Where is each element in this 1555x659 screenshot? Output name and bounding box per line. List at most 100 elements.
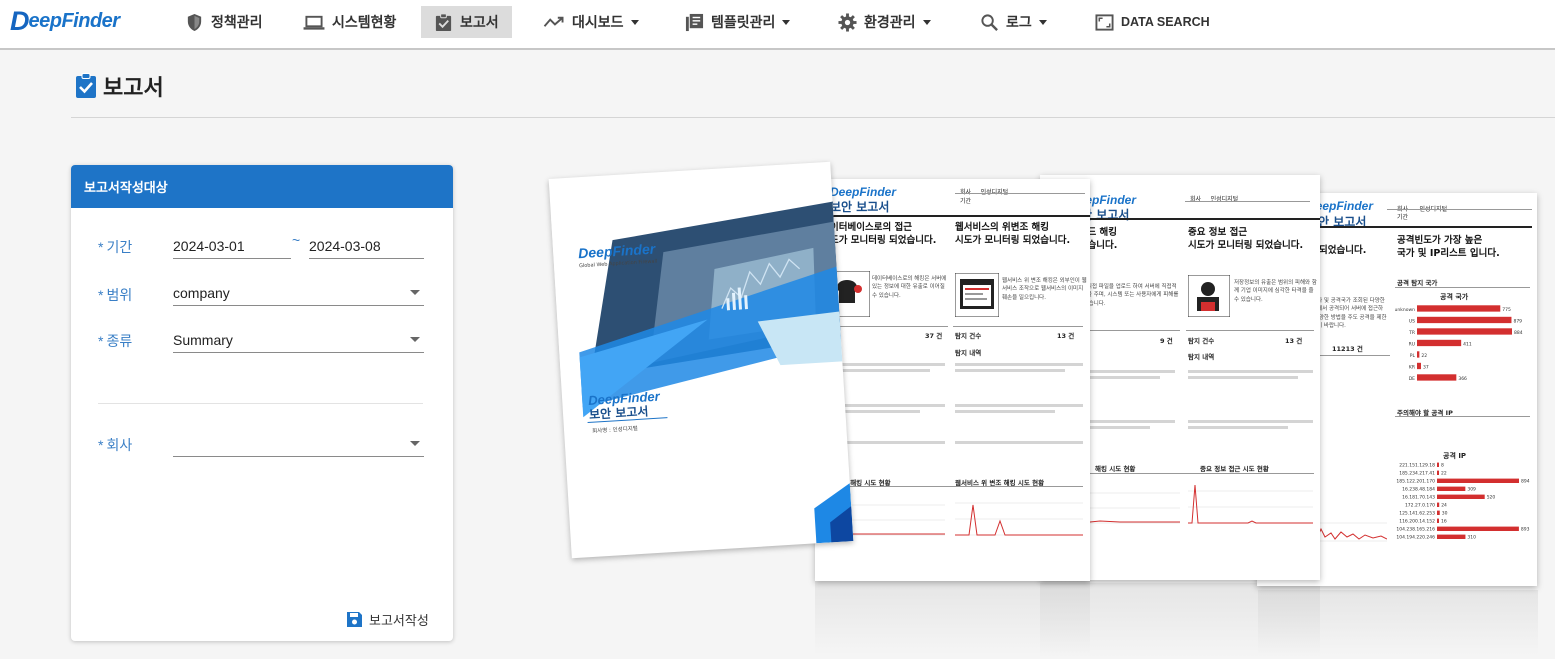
date-to-input[interactable]: 2024-03-08 (309, 233, 424, 259)
text-placeholder (1188, 420, 1313, 423)
period-label: * 기간 (98, 237, 132, 257)
nav-system-status-label: 시스템현황 (332, 14, 397, 30)
ip-bar (1437, 526, 1519, 531)
country-label: unknown (1395, 307, 1415, 313)
company-label-text: 회사 (106, 437, 133, 453)
page1-meta: 회사 인성디지털 (960, 187, 1008, 196)
scope-select[interactable]: company (173, 280, 424, 306)
chevron-down-icon (630, 19, 639, 25)
company-select[interactable] (173, 431, 424, 457)
nav-dashboard[interactable]: 대시보드 (543, 6, 639, 38)
page3-ip-chart-title: 공격 IP (1443, 452, 1467, 460)
page1-right-headline: 웹서비스의 위변조 해킹 시도가 모니터링 되었습니다. (955, 222, 1071, 246)
country-value: 22 (1421, 353, 1427, 359)
nav-log-label: 로그 (1006, 14, 1032, 30)
kind-select[interactable]: Summary (173, 327, 424, 353)
laptop-icon (303, 15, 325, 30)
save-icon (347, 612, 362, 627)
nav-settings[interactable]: 환경관리 (838, 6, 931, 38)
ip-value: 30 (1442, 511, 1448, 517)
page1-right-detail-label: 탐지 내역 (955, 349, 982, 357)
page1-meta-period: 기간 (960, 198, 972, 205)
ip-bar (1437, 478, 1519, 483)
ip-bar-chart: 221.151.129.18 8 185.234.217.41 22 185.122.2… (1396, 462, 1530, 541)
fullscreen-icon (1095, 13, 1114, 31)
ip-bar (1437, 502, 1440, 507)
nav-data-search[interactable]: DATA SEARCH (1095, 6, 1210, 38)
report-target-card: 보고서작성대상 * 기간 2024-03-01 ~ 2024-03-08 * 범위 … (71, 165, 453, 641)
ip-value: 310 (1467, 535, 1476, 541)
country-value: 411 (1463, 342, 1472, 348)
chevron-down-icon (410, 441, 420, 446)
scope-label: * 범위 (98, 285, 132, 305)
nav-report[interactable]: 보고서 (421, 6, 512, 38)
page1-left-text: 데이터베이스로의 해킹은 서버에 있는 정보에 대한 유출로 이어질 수 있습니… (872, 276, 947, 299)
nav-template[interactable]: 템플릿관리 (685, 6, 791, 38)
country-bar (1417, 362, 1421, 370)
ip-label: 221.151.129.18 (1399, 463, 1435, 469)
ip-label: 16.238.48.184 (1402, 487, 1435, 493)
chevron-down-icon (410, 337, 420, 342)
country-label: KR (1409, 365, 1415, 371)
create-report-button[interactable]: 보고서작성 (346, 610, 429, 629)
ip-value: 309 (1467, 487, 1476, 493)
nav-dashboard-label: 대시보드 (572, 14, 624, 30)
page1-left-headline: 이터베이스로의 접근 도가 모니터링 되었습니다. (830, 222, 937, 246)
title-divider (71, 117, 1555, 118)
ip-label: 172.27.0.170 (1405, 503, 1435, 509)
text-placeholder (1188, 370, 1313, 373)
required-mark: * (98, 239, 104, 255)
ip-value: 22 (1441, 471, 1447, 477)
create-report-label: 보고서작성 (369, 613, 429, 628)
page3-meta-period: 기간 (1397, 214, 1409, 221)
clipboard-check-icon (435, 12, 452, 31)
rule (953, 326, 1083, 327)
chevron-down-icon (410, 290, 420, 295)
form-divider (98, 403, 423, 404)
ip-label: 16.181.70.143 (1402, 495, 1435, 501)
nav-system-status[interactable]: 시스템현황 (303, 6, 396, 38)
page-title: 보고서 (103, 75, 164, 100)
text-placeholder (830, 363, 945, 366)
country-value: 879 (1513, 319, 1522, 325)
ip-label: 185.122.201.170 (1396, 479, 1435, 485)
trend-icon (543, 16, 564, 27)
nav-data-search-label: DATA SEARCH (1121, 15, 1210, 29)
page1-title: 보안 보고서 (830, 200, 890, 214)
page2-left-count: 9 건 (1160, 337, 1173, 345)
clipboard-check-icon (76, 73, 96, 98)
text-placeholder (955, 363, 1083, 366)
text-placeholder (1188, 426, 1288, 429)
scope-value: company (173, 284, 230, 301)
country-label: US (1409, 319, 1415, 325)
card-header-title: 보고서작성대상 (84, 180, 168, 195)
ip-bar (1437, 510, 1440, 515)
nav-template-label: 템플릿관리 (711, 14, 776, 30)
required-mark: * (98, 437, 104, 453)
page2-right-text: 저장정보의 유출은 범위의 피해와 함께 기업 이미지에 심각한 타격을 줄 수… (1234, 280, 1317, 303)
country-bar (1417, 339, 1462, 347)
country-value: 37 (1423, 365, 1429, 371)
country-value: 884 (1514, 330, 1523, 336)
ip-label: 185.234.217.41 (1399, 471, 1435, 477)
report-preview-image: DeepFinder 보안 보고서 회사 인성디지털 기간 리 되었습니다. 공… (540, 155, 1555, 659)
chevron-down-icon (1038, 19, 1047, 25)
period-label-text: 기간 (106, 239, 133, 255)
country-bar (1417, 305, 1501, 312)
report-cover: DeepFinder Global Web Application Firewa… (548, 161, 854, 559)
date-range-separator: ~ (292, 232, 301, 248)
page3-left-count: 11213 건 (1332, 345, 1363, 353)
page-header: 보고서 (75, 70, 164, 102)
page2-left-chart-title: 해킹 시도 현황 (1095, 465, 1136, 473)
page1-right-line-chart (955, 502, 1083, 536)
gear-icon (838, 12, 857, 32)
country-label: PL (1410, 353, 1416, 359)
country-bar (1417, 351, 1420, 358)
nav-policy[interactable]: 정책관리 (185, 6, 263, 38)
rule (1185, 201, 1310, 202)
deepfinder-logo[interactable]: D eepFinder (10, 7, 120, 34)
nav-log[interactable]: 로그 (980, 6, 1047, 38)
ip-value: 8 (1441, 463, 1444, 469)
date-from-input[interactable]: 2024-03-01 (173, 233, 291, 259)
rule (828, 486, 1083, 487)
